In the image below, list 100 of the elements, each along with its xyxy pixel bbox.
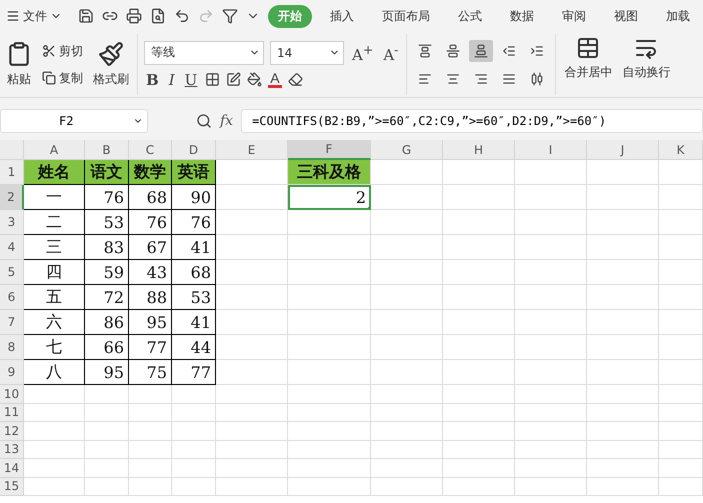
- table-cell: 72: [85, 285, 129, 310]
- row-header[interactable]: 8: [0, 335, 24, 360]
- ribbon-tab[interactable]: 视图: [604, 4, 648, 28]
- column-header[interactable]: D: [172, 140, 216, 160]
- table-header-cell: 数学: [129, 160, 172, 185]
- italic-button[interactable]: I: [166, 70, 177, 88]
- row-header[interactable]: 3: [0, 210, 24, 235]
- filter-icon[interactable]: [222, 8, 238, 24]
- table-cell: 90: [172, 185, 216, 210]
- result-header-cell: 三科及格: [288, 160, 371, 185]
- row-header[interactable]: 10: [0, 385, 24, 404]
- column-header[interactable]: J: [587, 140, 659, 160]
- underline-button[interactable]: U: [182, 70, 200, 88]
- eraser-icon[interactable]: [288, 72, 303, 87]
- row-header[interactable]: 13: [0, 440, 24, 459]
- grow-font-button[interactable]: A$^{+}$: [350, 42, 376, 64]
- select-all-corner[interactable]: [0, 140, 24, 160]
- table-cell: 八: [24, 360, 85, 385]
- column-header[interactable]: K: [659, 140, 703, 160]
- table-cell: 83: [85, 235, 129, 260]
- row-header[interactable]: 15: [0, 478, 24, 496]
- table-cell: 41: [172, 235, 216, 260]
- top-align-icon: [418, 44, 432, 58]
- column-header[interactable]: F: [288, 140, 371, 160]
- bold-button[interactable]: B: [144, 70, 161, 88]
- table-cell: 88: [129, 285, 172, 310]
- table-cell: 四: [24, 260, 85, 285]
- ribbon-tab[interactable]: 公式: [448, 4, 492, 28]
- save-icon[interactable]: [78, 8, 94, 24]
- ribbon-tab[interactable]: 数据: [500, 4, 544, 28]
- table-cell: 一: [24, 185, 85, 210]
- column-header[interactable]: G: [371, 140, 443, 160]
- formula-input[interactable]: =COUNTIFS(B2:B9,”>=60″,C2:C9,”>=60″,D2:D9,”>=60″): [241, 109, 703, 133]
- column-header[interactable]: C: [129, 140, 172, 160]
- row-header[interactable]: 6: [0, 285, 24, 310]
- table-cell: 75: [129, 360, 172, 385]
- menu-icon: [6, 9, 20, 23]
- table-cell: 68: [129, 185, 172, 210]
- table-header-cell: 姓名: [24, 160, 85, 185]
- font-color-button[interactable]: A: [268, 71, 282, 88]
- borders-icon[interactable]: [205, 72, 220, 87]
- column-header[interactable]: E: [216, 140, 288, 160]
- table-cell: 76: [172, 210, 216, 235]
- search-icon[interactable]: [196, 113, 212, 129]
- fill-color-icon[interactable]: [247, 72, 262, 87]
- ribbon-tab[interactable]: 页面布局: [372, 4, 440, 28]
- row-header[interactable]: 4: [0, 235, 24, 260]
- row-header[interactable]: 7: [0, 310, 24, 335]
- font-name-select[interactable]: 等线: [144, 40, 264, 64]
- print-icon[interactable]: [126, 8, 142, 24]
- table-cell: 86: [85, 310, 129, 335]
- undo-icon[interactable]: [174, 8, 190, 24]
- column-header[interactable]: A: [24, 140, 85, 160]
- ribbon-tab[interactable]: 加载: [656, 4, 700, 28]
- cut-button[interactable]: 剪切: [40, 40, 85, 62]
- paste-button[interactable]: 粘贴: [4, 39, 34, 90]
- table-cell: 66: [85, 335, 129, 360]
- wrap-text-button[interactable]: 自动换行: [620, 34, 672, 95]
- row-header[interactable]: 9: [0, 360, 24, 385]
- row-header[interactable]: 11: [0, 404, 24, 422]
- function-label[interactable]: fx: [220, 113, 234, 129]
- ribbon-tab[interactable]: 插入: [320, 4, 364, 28]
- file-menu[interactable]: 文件: [6, 8, 62, 24]
- align-button[interactable]: [469, 40, 494, 62]
- table-cell: 三: [24, 235, 85, 260]
- format-painter-button[interactable]: 格式刷: [91, 39, 131, 90]
- center-align-icon: [446, 72, 460, 86]
- column-header[interactable]: H: [443, 140, 515, 160]
- row-header[interactable]: 5: [0, 260, 24, 285]
- cell-style-icon[interactable]: [226, 72, 242, 87]
- name-box[interactable]: F2: [0, 109, 148, 133]
- copy-icon: [42, 71, 56, 85]
- distributed-align-icon: [530, 72, 544, 86]
- row-header[interactable]: 12: [0, 422, 24, 440]
- column-header[interactable]: B: [85, 140, 129, 160]
- middle-align-icon: [446, 44, 460, 58]
- row-header[interactable]: 2: [0, 185, 24, 210]
- table-cell: 五: [24, 285, 85, 310]
- table-cell: 六: [24, 310, 85, 335]
- left-align-icon: [418, 72, 432, 86]
- row-header[interactable]: 1: [0, 160, 24, 185]
- merge-center-button[interactable]: 合并居中: [562, 34, 614, 95]
- font-size-select[interactable]: 14: [270, 40, 344, 64]
- table-header-cell: 语文: [85, 160, 129, 185]
- table-header-cell: 英语: [172, 160, 216, 185]
- table-cell: 七: [24, 335, 85, 360]
- shrink-font-button[interactable]: A$^{-}$: [381, 42, 400, 64]
- column-header[interactable]: I: [515, 140, 587, 160]
- table-cell: 68: [172, 260, 216, 285]
- result-cell[interactable]: 2: [288, 185, 371, 210]
- redo-icon[interactable]: [198, 8, 214, 24]
- ribbon-tab[interactable]: 审阅: [552, 4, 596, 28]
- table-cell: 76: [85, 185, 129, 210]
- copy-button[interactable]: 复制: [40, 68, 85, 88]
- table-cell: 77: [172, 360, 216, 385]
- justify-align-icon: [502, 72, 516, 86]
- merge-cells-icon: [576, 36, 600, 60]
- indent-align-icon: [530, 44, 544, 58]
- print-preview-icon[interactable]: [150, 8, 166, 24]
- row-header[interactable]: 14: [0, 459, 24, 478]
